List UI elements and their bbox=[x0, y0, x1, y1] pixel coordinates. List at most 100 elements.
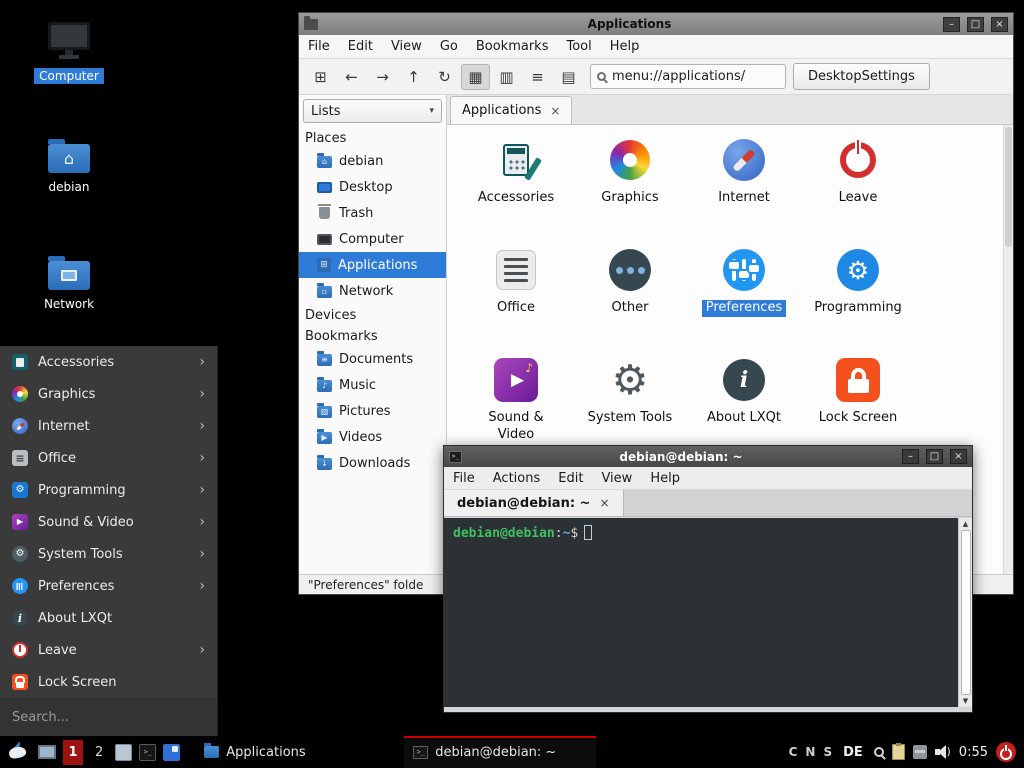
minimize-button[interactable]: – bbox=[902, 449, 919, 464]
updates-tray-icon[interactable] bbox=[913, 745, 927, 759]
new-tab-button[interactable]: ⊞ bbox=[306, 64, 335, 90]
refresh-button[interactable]: ↻ bbox=[430, 64, 459, 90]
task-button-applications[interactable]: Applications bbox=[195, 736, 387, 768]
grid-item-graphics[interactable]: Graphics bbox=[573, 137, 687, 231]
grid-item-programming[interactable]: ⚙ Programming bbox=[801, 247, 915, 341]
desktop-icon-computer[interactable]: Computer bbox=[27, 22, 111, 84]
start-menu-item-preferences[interactable]: ≡ Preferences › bbox=[0, 570, 217, 602]
grid-item-system-tools[interactable]: ⚙ System Tools bbox=[573, 357, 687, 451]
menu-file[interactable]: File bbox=[299, 39, 339, 54]
menu-view[interactable]: View bbox=[382, 39, 431, 54]
scroll-down-icon[interactable]: ▼ bbox=[963, 696, 968, 706]
show-desktop-icon[interactable] bbox=[38, 745, 56, 759]
menu-help[interactable]: Help bbox=[641, 471, 689, 486]
start-menu-item-office[interactable]: ≡ Office › bbox=[0, 442, 217, 474]
desktop-settings-button[interactable]: DesktopSettings bbox=[793, 63, 930, 90]
start-menu-button[interactable] bbox=[5, 740, 31, 764]
minimize-button[interactable]: – bbox=[943, 17, 960, 32]
file-manager-titlebar[interactable]: Applications – □ × bbox=[299, 13, 1013, 35]
close-button[interactable]: × bbox=[991, 17, 1008, 32]
volume-icon[interactable]: ) bbox=[935, 745, 951, 759]
terminal-output[interactable]: debian@debian:~$ bbox=[444, 518, 972, 707]
search-tray-icon[interactable] bbox=[874, 747, 884, 757]
menu-bookmarks[interactable]: Bookmarks bbox=[467, 39, 558, 54]
maximize-button[interactable]: □ bbox=[926, 449, 943, 464]
scrollbar-thumb[interactable] bbox=[961, 530, 971, 695]
menu-file[interactable]: File bbox=[444, 471, 484, 486]
scrollbar-thumb[interactable] bbox=[1005, 127, 1012, 247]
grid-item-preferences[interactable]: Preferences bbox=[687, 247, 801, 341]
grid-item-leave[interactable]: Leave bbox=[801, 137, 915, 231]
workspace-2-button[interactable]: 2 bbox=[90, 745, 108, 760]
grid-item-lock-screen[interactable]: Lock Screen bbox=[801, 357, 915, 451]
maximize-button[interactable]: □ bbox=[967, 17, 984, 32]
clock[interactable]: 0:55 bbox=[959, 745, 988, 760]
sidebar-item-music[interactable]: ♪ Music bbox=[299, 372, 446, 398]
up-button[interactable]: ↑ bbox=[399, 64, 428, 90]
keyboard-layout-indicator[interactable]: DE bbox=[843, 745, 863, 760]
menu-edit[interactable]: Edit bbox=[549, 471, 592, 486]
sidebar-item-desktop[interactable]: Desktop bbox=[299, 174, 446, 200]
desktop-icon-debian[interactable]: ⌂ debian bbox=[27, 137, 111, 195]
path-input[interactable] bbox=[612, 69, 782, 84]
menu-actions[interactable]: Actions bbox=[484, 471, 550, 486]
forward-button[interactable]: → bbox=[368, 64, 397, 90]
menu-help[interactable]: Help bbox=[601, 39, 649, 54]
start-menu-item-about-lxqt[interactable]: i About LXQt bbox=[0, 602, 217, 634]
quicklaunch-editor-icon[interactable] bbox=[163, 744, 180, 761]
sidebar-mode-dropdown[interactable]: Lists ▾ bbox=[303, 99, 442, 123]
icon-view-button[interactable]: ▦ bbox=[461, 64, 490, 90]
tab-close-icon[interactable]: × bbox=[599, 496, 609, 510]
sidebar-item-applications[interactable]: ⊞ Applications bbox=[299, 252, 446, 278]
menu-go[interactable]: Go bbox=[431, 39, 467, 54]
vertical-scrollbar[interactable] bbox=[1003, 125, 1013, 574]
sidebar-item-debian[interactable]: ⌂ debian bbox=[299, 148, 446, 174]
menu-edit[interactable]: Edit bbox=[339, 39, 382, 54]
terminal-tab[interactable]: debian@debian: ~ × bbox=[444, 490, 624, 516]
compact-view-button[interactable]: ▤ bbox=[554, 64, 583, 90]
sidebar-item-computer[interactable]: Computer bbox=[299, 226, 446, 252]
sidebar-item-pictures[interactable]: ▨ Pictures bbox=[299, 398, 446, 424]
tab-close-icon[interactable]: × bbox=[550, 104, 560, 118]
grid-item-accessories[interactable]: Accessories bbox=[459, 137, 573, 231]
menu-item-label: Programming bbox=[38, 483, 189, 498]
start-menu-item-sound-video[interactable]: ▶ Sound & Video › bbox=[0, 506, 217, 538]
sidebar-item-trash[interactable]: Trash bbox=[299, 200, 446, 226]
start-menu-item-programming[interactable]: ⚙ Programming › bbox=[0, 474, 217, 506]
close-button[interactable]: × bbox=[950, 449, 967, 464]
thumbnail-view-button[interactable]: ▥ bbox=[492, 64, 521, 90]
workspace-1-button[interactable]: 1 bbox=[63, 740, 83, 765]
back-button[interactable]: ← bbox=[337, 64, 366, 90]
search-input[interactable] bbox=[0, 710, 217, 725]
start-menu-item-accessories[interactable]: Accessories › bbox=[0, 346, 217, 378]
scroll-up-icon[interactable]: ▲ bbox=[963, 519, 968, 529]
sidebar-item-videos[interactable]: ▶ Videos bbox=[299, 424, 446, 450]
start-menu-item-graphics[interactable]: Graphics › bbox=[0, 378, 217, 410]
grid-item-internet[interactable]: Internet bbox=[687, 137, 801, 231]
start-menu-item-internet[interactable]: Internet › bbox=[0, 410, 217, 442]
desktop-icon-network[interactable]: Network bbox=[27, 254, 111, 312]
start-menu-item-leave[interactable]: Leave › bbox=[0, 634, 217, 666]
sidebar-item-network[interactable]: ▫ Network bbox=[299, 278, 446, 304]
power-button[interactable] bbox=[996, 742, 1016, 762]
menu-view[interactable]: View bbox=[592, 471, 641, 486]
start-menu-item-lock-screen[interactable]: Lock Screen bbox=[0, 666, 217, 698]
menu-tool[interactable]: Tool bbox=[557, 39, 600, 54]
quicklaunch-keyboard-icon[interactable] bbox=[115, 744, 132, 761]
sidebar-item-downloads[interactable]: ↓ Downloads bbox=[299, 450, 446, 476]
grid-item-sound-video[interactable]: ▶♪ Sound & Video bbox=[459, 357, 573, 451]
detailed-list-view-button[interactable]: ≡ bbox=[523, 64, 552, 90]
terminal-scrollbar[interactable]: ▲ ▼ bbox=[958, 518, 972, 707]
grid-item-office[interactable]: Office bbox=[459, 247, 573, 341]
start-menu-item-system-tools[interactable]: ⚙ System Tools › bbox=[0, 538, 217, 570]
home-folder-icon: ⌂ bbox=[48, 144, 90, 173]
quicklaunch-terminal-icon[interactable]: >_ bbox=[139, 744, 156, 761]
task-button-terminal[interactable]: >_ debian@debian: ~ bbox=[404, 736, 596, 768]
clipboard-tray-icon[interactable] bbox=[892, 744, 905, 760]
grid-item-about-lxqt[interactable]: i About LXQt bbox=[687, 357, 801, 451]
menu-item-label: Lock Screen bbox=[38, 675, 205, 690]
sidebar-item-documents[interactable]: ≡ Documents bbox=[299, 346, 446, 372]
tab-applications[interactable]: Applications × bbox=[450, 96, 572, 124]
terminal-titlebar[interactable]: >_ debian@debian: ~ – □ × bbox=[444, 446, 972, 467]
grid-item-other[interactable]: Other bbox=[573, 247, 687, 341]
